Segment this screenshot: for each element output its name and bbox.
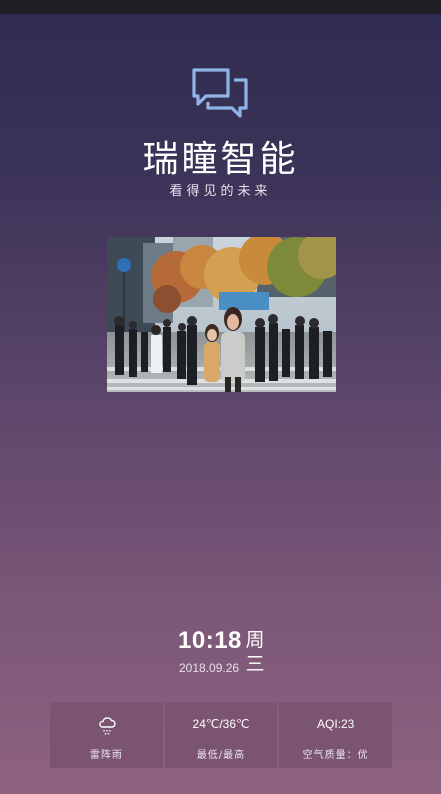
clock-time: 10:18 xyxy=(178,627,242,654)
brand-subtitle: 看得见的未来 xyxy=(169,184,272,199)
chat-bubbles-icon xyxy=(192,68,248,118)
weather-condition-label: 雷阵雨 xyxy=(89,750,123,761)
home-screen: 瑞瞳智能 看得见的未来 10:18 2018.09.26 周三 雷阵雨 24℃/… xyxy=(0,0,441,794)
weather-bar: 雷阵雨 24℃/36℃ 最低/最高 AQI:23 空气质量：优 xyxy=(50,702,393,768)
status-bar xyxy=(0,0,441,14)
aqi-value: AQI:23 xyxy=(317,717,355,731)
aqi-label: 空气质量：优 xyxy=(302,750,369,761)
weekday-label: 周三 xyxy=(245,629,265,675)
street-crowd-photo xyxy=(107,237,336,392)
air-quality-cell[interactable]: AQI:23 空气质量：优 xyxy=(279,702,393,768)
temperature-range: 24℃/36℃ xyxy=(192,717,250,731)
thunderstorm-cloud-icon xyxy=(99,717,116,735)
temperature-cell[interactable]: 24℃/36℃ 最低/最高 xyxy=(164,702,278,768)
temperature-label: 最低/最高 xyxy=(196,750,246,761)
brand-title: 瑞瞳智能 xyxy=(142,139,299,180)
clock-date: 2018.09.26 xyxy=(179,661,240,675)
weather-condition-cell[interactable]: 雷阵雨 xyxy=(50,702,163,768)
